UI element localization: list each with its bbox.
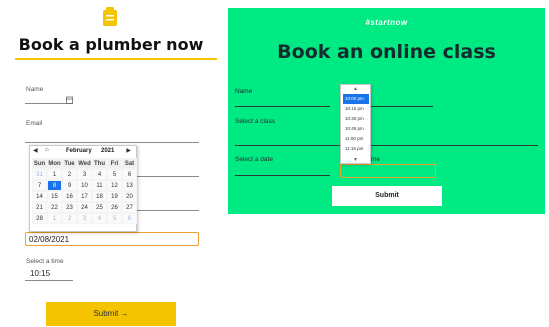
plumber-booking-panel: Book a plumber now Name Email 02/08/2021… [0,0,222,327]
calendar-day[interactable]: 4 [92,213,107,224]
email-field[interactable] [25,142,199,143]
time-label: me [371,156,381,163]
time-option[interactable]: 10:15 pm [343,104,369,114]
name-label: Name [235,88,253,95]
calendar-day[interactable]: 4 [92,169,107,180]
weekday-header: Tue [62,158,77,169]
weekday-header: Sun [32,158,47,169]
calendar-day[interactable]: 6 [122,213,137,224]
next-month-icon[interactable]: ▶ [126,147,131,154]
calendar-day[interactable]: 28 [32,213,47,224]
email-label: Email [26,120,43,127]
name-field[interactable] [235,106,330,107]
scroll-down-icon[interactable]: ▼ [341,157,370,163]
time-options-list: 10:00 pm 10:15 pm 10:30 pm 10:45 pm 11:00 pm… [343,94,369,154]
calendar-day[interactable]: 31 [32,169,47,180]
calendar-day[interactable]: 21 [32,202,47,213]
calendar-day[interactable]: 1 [47,169,62,180]
calendar-day[interactable]: 6 [122,169,137,180]
page-title: Book a plumber now [18,35,204,54]
weekday-header: Fri [107,158,122,169]
online-class-panel: #startnow Book an online class Name Sele… [228,8,545,214]
calendar-day[interactable]: 15 [47,191,62,202]
time-field-underline [25,280,73,281]
weekday-header: Thu [92,158,107,169]
calendar-day[interactable]: 9 [62,180,77,191]
calendar-day[interactable]: 26 [107,202,122,213]
calendar-day-selected[interactable]: 8 [47,180,62,191]
time-option[interactable]: 11:15 pm [343,144,369,154]
calendar-day[interactable]: 19 [107,191,122,202]
calendar-day[interactable]: 20 [122,191,137,202]
date-field[interactable] [235,175,330,176]
calendar-day[interactable]: 16 [62,191,77,202]
calendar-day[interactable]: 18 [92,191,107,202]
calendar-month[interactable]: February [66,148,92,154]
calendar-day[interactable]: 1 [47,213,62,224]
calendar-day[interactable]: 5 [107,169,122,180]
date-picker-popup: ◀ ⌂ February 2021 ▶ Sun Mon Tue Wed Thu Fri Sa… [29,145,137,232]
submit-button[interactable]: Submit → [46,302,176,326]
calendar-year[interactable]: 2021 [101,148,114,154]
prev-month-icon[interactable]: ◀ [33,147,38,154]
calendar-day[interactable]: 25 [92,202,107,213]
calendar-day[interactable]: 23 [62,202,77,213]
time-option[interactable]: 10:45 pm [343,124,369,134]
field-underline [137,176,199,177]
calendar-day[interactable]: 22 [47,202,62,213]
name-label: Name [26,86,44,93]
scroll-up-icon[interactable]: ▲ [341,86,370,92]
weekday-header: Wed [77,158,92,169]
calendar-day[interactable]: 3 [77,169,92,180]
class-field[interactable] [235,145,538,146]
brand-logo: #startnow [365,18,408,27]
page-title: Book an online class [277,41,496,63]
calendar-day[interactable]: 12 [107,180,122,191]
weekday-header: Mon [47,158,62,169]
calendar-day[interactable]: 2 [62,169,77,180]
weekday-header: Sat [122,158,137,169]
calendar-day[interactable]: 11 [92,180,107,191]
time-input[interactable] [340,164,436,178]
calendar-day[interactable]: 10 [77,180,92,191]
calendar-day[interactable]: 27 [122,202,137,213]
date-label: Select a date [235,156,273,163]
time-label: Select a time [26,258,64,265]
title-underline [15,58,217,60]
calendar-day[interactable]: 5 [107,213,122,224]
calendar-icon[interactable] [66,96,73,104]
calendar-day[interactable]: 14 [32,191,47,202]
time-dropdown: ▲ 10:00 pm 10:15 pm 10:30 pm 10:45 pm 11:00 … [340,84,371,164]
class-label: Select a class [235,118,276,125]
calendar-header: ◀ ⌂ February 2021 ▶ [30,146,136,157]
time-option[interactable]: 10:30 pm [343,114,369,124]
calendar-day[interactable]: 3 [77,213,92,224]
calendar-day[interactable]: 17 [77,191,92,202]
plumber-logo-icon [103,7,117,26]
field-underline [137,210,199,211]
second-field-underline[interactable] [371,106,433,107]
calendar-day[interactable]: 13 [122,180,137,191]
time-option[interactable]: 11:00 pm [343,134,369,144]
home-icon[interactable]: ⌂ [45,147,49,153]
calendar-grid: Sun Mon Tue Wed Thu Fri Sat 31 1 2 3 4 5 6 7 8 9 10 11 12 13… [32,158,137,224]
calendar-day[interactable]: 24 [77,202,92,213]
calendar-day[interactable]: 2 [62,213,77,224]
submit-button[interactable]: Submit [332,186,442,206]
date-input[interactable]: 02/08/2021 [25,232,199,246]
calendar-day[interactable]: 7 [32,180,47,191]
time-option[interactable]: 10:00 pm [343,94,369,104]
time-input[interactable]: 10:15 [30,269,50,278]
